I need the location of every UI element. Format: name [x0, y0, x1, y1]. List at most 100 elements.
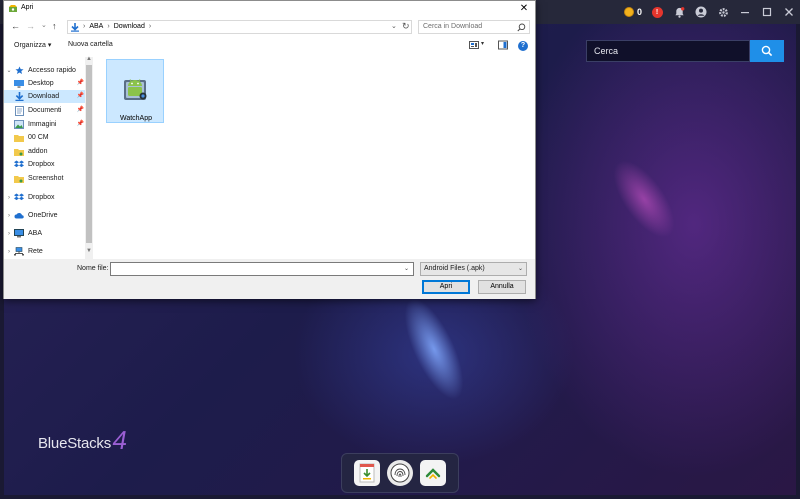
filename-label: Nome file:: [77, 265, 109, 272]
dock-app-installer[interactable]: [353, 460, 380, 486]
chevron-down-icon: ⌄: [517, 266, 523, 272]
documents-icon: [14, 105, 24, 116]
open-file-dialog: Apri ✕ ← → ⌄ ↑ › ABA › Download › ⌄ ↻ Ce…: [3, 0, 536, 299]
tree-item-dropbox-quick[interactable]: Dropbox: [4, 158, 86, 171]
dialog-close-button[interactable]: ✕: [517, 2, 531, 16]
view-dropdown-icon[interactable]: ▾: [481, 40, 484, 47]
bluestacks-search-input[interactable]: Cerca: [586, 40, 750, 62]
dock-app-launcher[interactable]: [420, 460, 447, 486]
chevron-down-icon[interactable]: ⌄: [4, 67, 14, 74]
desktop-icon: [14, 79, 24, 88]
light-streak-decoration: [392, 290, 476, 408]
view-options-icon[interactable]: [469, 40, 479, 50]
tree-item-screenshot[interactable]: Screenshot: [4, 172, 86, 185]
maximize-button[interactable]: [756, 0, 778, 24]
new-folder-button[interactable]: Nuova cartella: [68, 41, 113, 48]
apk-install-icon: [359, 463, 375, 483]
folder-icon: [14, 147, 24, 156]
navigation-scrollbar[interactable]: ▲ ▼: [85, 56, 93, 259]
chevron-right-icon[interactable]: ›: [4, 249, 14, 255]
tree-item-label: Desktop: [28, 80, 54, 87]
android-apk-icon: [124, 79, 147, 100]
tree-item-onedrive[interactable]: › OneDrive: [4, 209, 86, 222]
tree-item-00cm[interactable]: 00 CM: [4, 131, 86, 144]
dialog-titlebar: Apri ✕: [4, 1, 535, 17]
coin-count: 0: [636, 7, 642, 17]
download-folder-icon: [71, 23, 79, 32]
fingerprint-icon: [390, 463, 410, 483]
tree-item-desktop[interactable]: Desktop 📌: [4, 77, 86, 90]
close-window-button[interactable]: [778, 0, 800, 24]
dropbox-icon: [14, 160, 24, 169]
bluestacks-search-button[interactable]: [750, 40, 784, 62]
folder-search-placeholder: Cerca in Download: [423, 23, 483, 30]
folder-icon: [14, 133, 24, 142]
pin-icon: 📌: [76, 93, 84, 99]
forward-button[interactable]: →: [26, 21, 35, 32]
bluestacks-logo: BlueStacks 4: [38, 425, 130, 455]
file-item-watchapp[interactable]: WatchApp: [106, 59, 164, 123]
account-button[interactable]: [690, 0, 712, 24]
scroll-up-icon[interactable]: ▲: [86, 56, 92, 62]
tree-item-network[interactable]: › Rete: [4, 245, 86, 258]
up-button[interactable]: ↑: [52, 21, 57, 32]
tree-item-quick-access[interactable]: ⌄ Accesso rapido: [4, 64, 86, 77]
bluestacks-titlebar-icons: 0 !: [620, 0, 800, 24]
chevron-right-icon[interactable]: ›: [4, 213, 14, 219]
open-button[interactable]: Apri: [422, 280, 470, 294]
tree-item-label: ABA: [28, 230, 43, 237]
tree-item-addon[interactable]: addon: [4, 145, 86, 158]
minimize-button[interactable]: [734, 0, 756, 24]
cancel-button[interactable]: Annulla: [478, 280, 526, 294]
coin-icon: [623, 7, 634, 17]
breadcrumb-item-download[interactable]: Download: [114, 23, 145, 30]
maximize-icon: [762, 7, 772, 17]
scroll-down-icon[interactable]: ▼: [86, 248, 92, 254]
breadcrumb-separator: ›: [107, 23, 110, 30]
help-button[interactable]: ?: [518, 41, 528, 51]
filename-input[interactable]: [110, 262, 414, 276]
dock-app-fingerprint[interactable]: [386, 460, 413, 486]
onedrive-icon: [14, 211, 24, 220]
minimize-icon: [741, 12, 749, 14]
organize-button[interactable]: Organizza ▾: [14, 41, 51, 49]
logo-text: BlueStacks: [38, 435, 112, 452]
breadcrumb: › ABA › Download ›: [83, 23, 151, 30]
tree-item-dropbox[interactable]: › Dropbox: [4, 191, 86, 204]
tree-item-this-pc[interactable]: › ABA: [4, 227, 86, 240]
scrollbar-thumb[interactable]: [86, 65, 92, 243]
filetype-select[interactable]: Android Files (.apk) ⌄: [420, 262, 527, 276]
tree-item-download[interactable]: Download 📌: [4, 90, 86, 103]
gear-icon: [718, 7, 728, 17]
breadcrumb-separator: ›: [83, 23, 86, 30]
tree-item-label: Dropbox: [28, 194, 55, 201]
breadcrumb-item-aba[interactable]: ABA: [89, 23, 103, 30]
search-icon: [761, 45, 773, 57]
pictures-icon: [14, 120, 24, 129]
file-name: WatchApp: [119, 115, 153, 122]
bluestacks-search: Cerca: [586, 40, 784, 62]
refresh-icon[interactable]: ↻: [402, 21, 410, 32]
tree-item-label: 00 CM: [28, 134, 49, 141]
address-bar[interactable]: › ABA › Download › ⌄ ↻: [67, 20, 412, 34]
chevron-right-icon[interactable]: ›: [4, 195, 14, 201]
tree-item-documents[interactable]: Documenti 📌: [4, 104, 86, 117]
settings-button[interactable]: [712, 0, 734, 24]
tree-item-pictures[interactable]: Immagini 📌: [4, 118, 86, 131]
back-button[interactable]: ←: [11, 21, 20, 32]
notifications-button[interactable]: [668, 0, 690, 24]
folder-search-input[interactable]: Cerca in Download: [418, 20, 530, 34]
tree-item-label: OneDrive: [28, 212, 58, 219]
tree-item-label: Documenti: [28, 107, 62, 114]
network-icon: [14, 247, 24, 256]
preview-pane-icon[interactable]: [498, 40, 508, 50]
pin-icon: 📌: [76, 80, 84, 86]
coins-button[interactable]: 0: [620, 0, 646, 24]
alert-button[interactable]: !: [646, 0, 668, 24]
address-dropdown-icon[interactable]: ⌄: [391, 22, 397, 30]
tree-item-label: addon: [28, 148, 48, 155]
dialog-footer: Nome file: ⌄ Android Files (.apk) ⌄ Apri…: [4, 259, 535, 299]
recent-locations-button[interactable]: ⌄: [41, 20, 47, 31]
light-streak-decoration: [601, 150, 687, 248]
chevron-right-icon[interactable]: ›: [4, 231, 14, 237]
